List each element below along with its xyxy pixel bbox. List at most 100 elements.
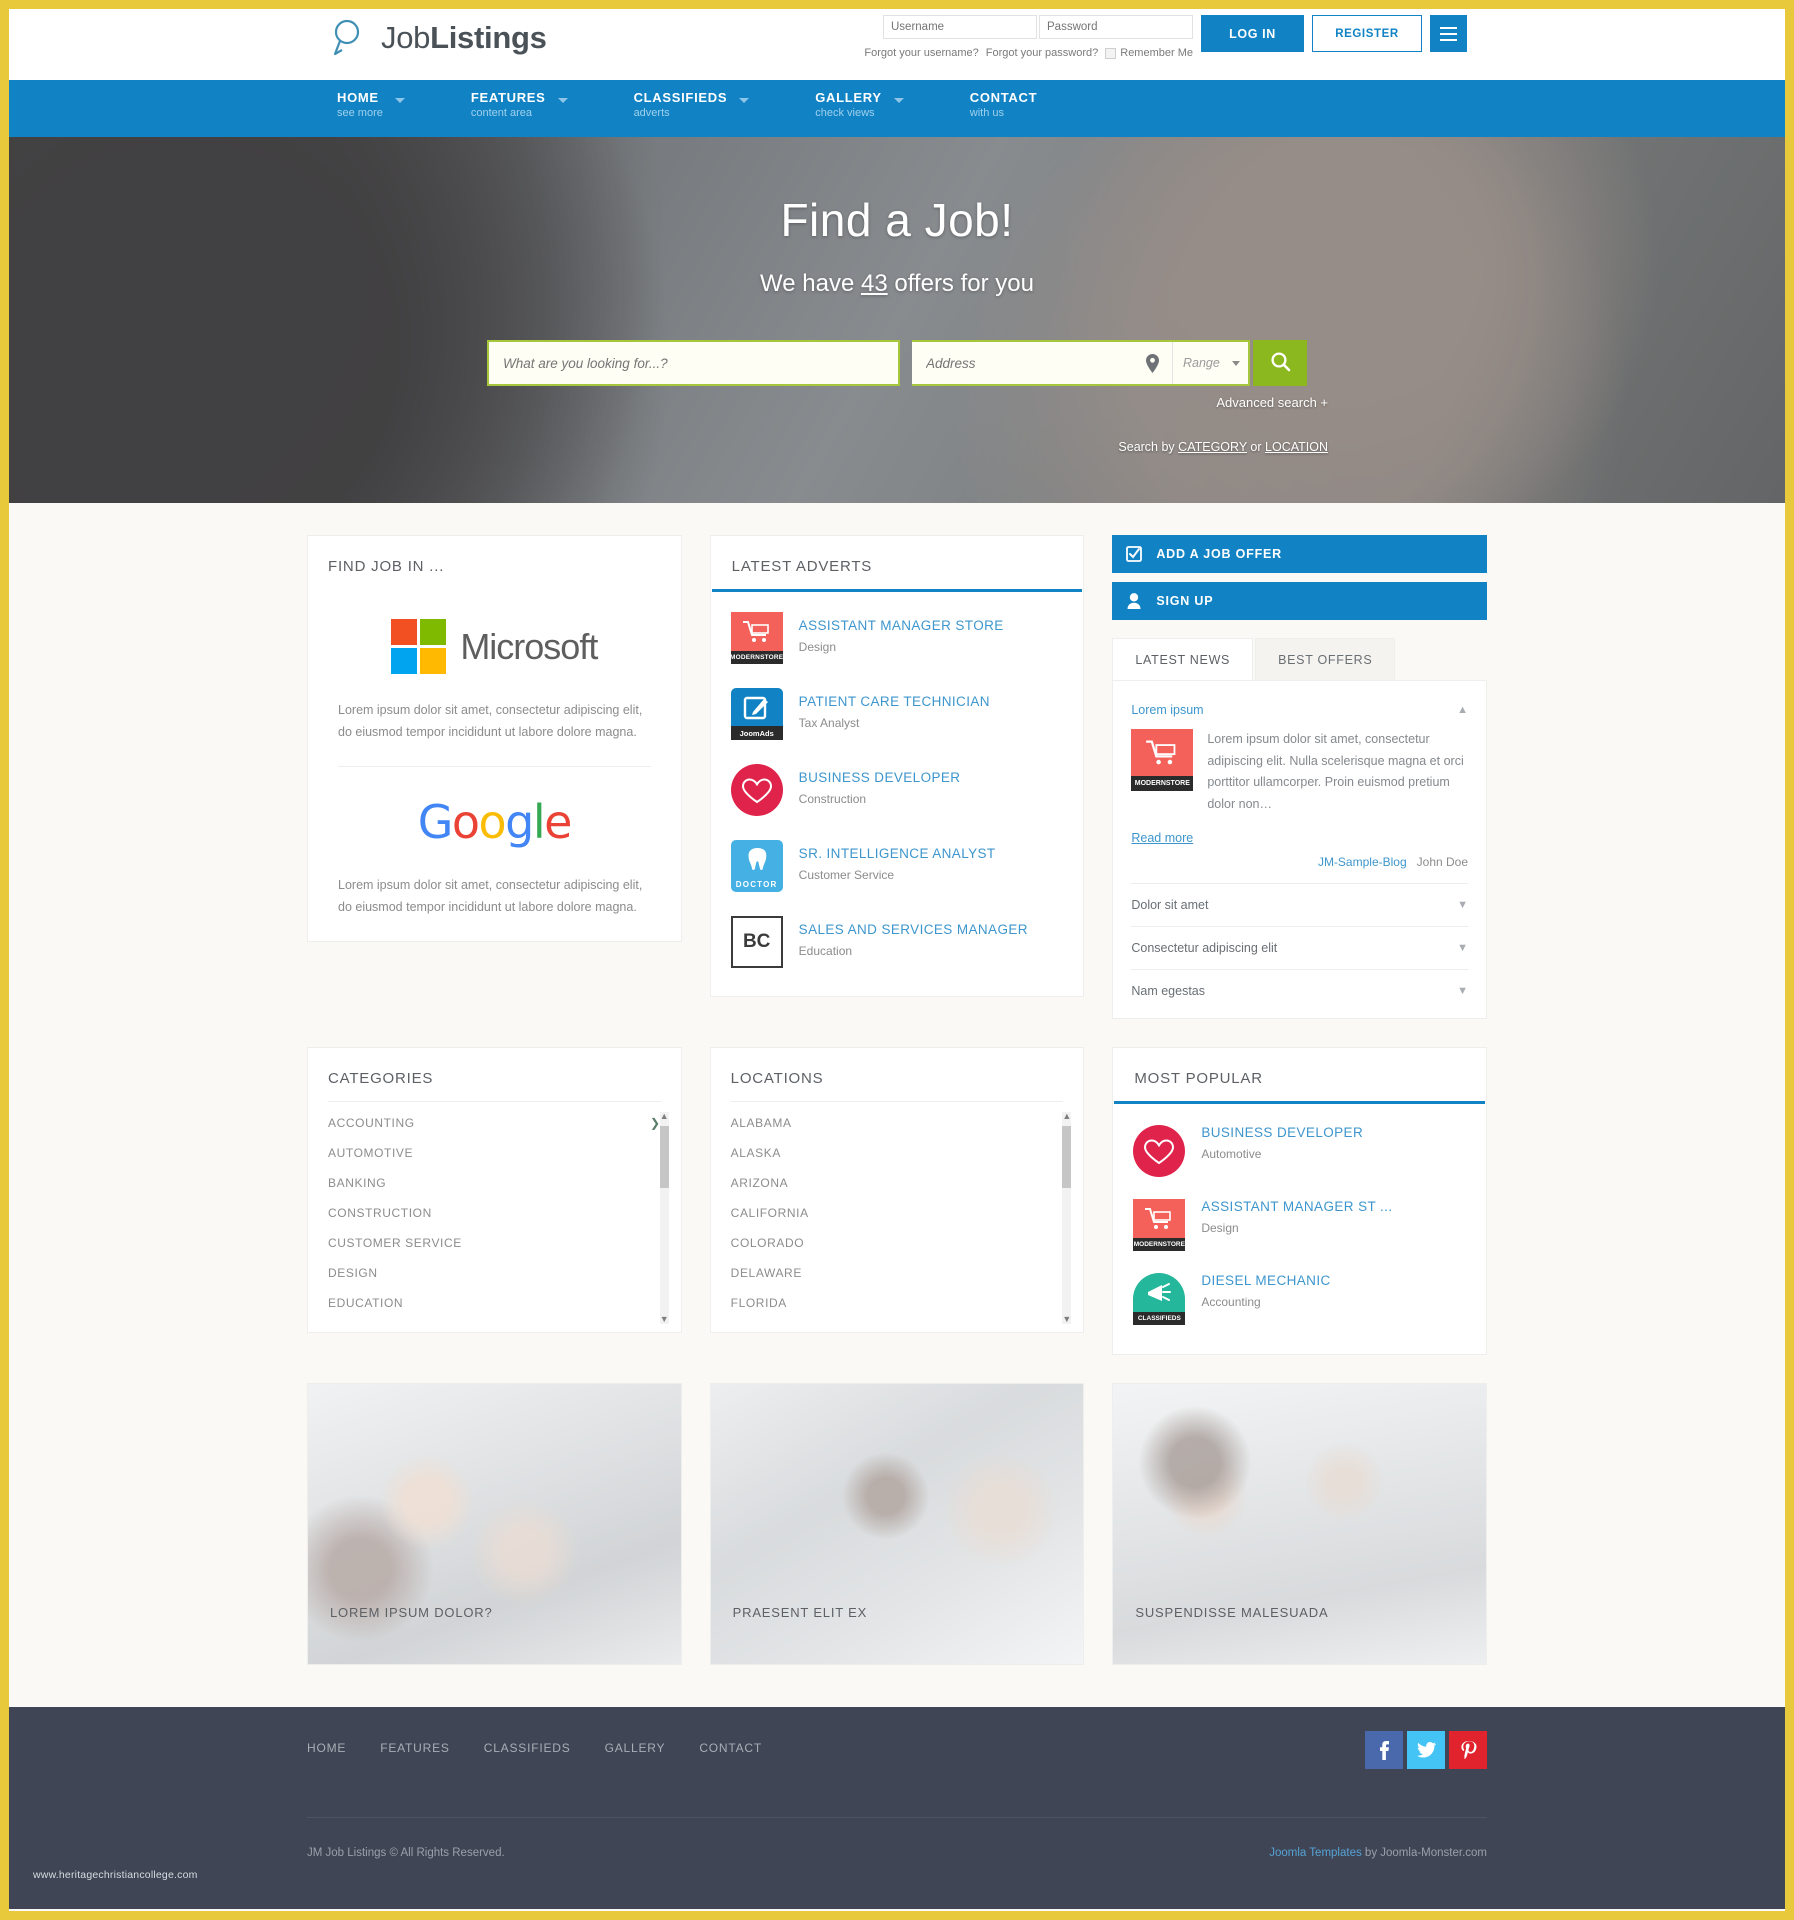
- category-item-design[interactable]: DESIGN: [328, 1258, 661, 1288]
- search-by-location-link[interactable]: LOCATION: [1265, 440, 1328, 454]
- categories-scrollbar[interactable]: ▲ ▼: [659, 1112, 669, 1324]
- list-item[interactable]: MODERNSTORE ASSISTANT MANAGER ST ... Des…: [1133, 1188, 1466, 1262]
- login-button[interactable]: LOG IN: [1201, 15, 1304, 52]
- location-item-alabama[interactable]: ALABAMA: [731, 1108, 1064, 1138]
- location-item-california[interactable]: CALIFORNIA: [731, 1198, 1064, 1228]
- news-collapsed-item[interactable]: Nam egestas ▼: [1131, 970, 1468, 1012]
- footer-bottom: JM Job Listings © All Rights Reserved. J…: [307, 1847, 1487, 1859]
- forgot-username-link[interactable]: Forgot your username?: [864, 47, 978, 59]
- footer-link-classifieds[interactable]: CLASSIFIEDS: [484, 1741, 571, 1755]
- advert-title[interactable]: PATIENT CARE TECHNICIAN: [799, 694, 990, 709]
- advert-title[interactable]: BUSINESS DEVELOPER: [799, 770, 961, 785]
- map-pin-icon[interactable]: [1132, 353, 1172, 373]
- photo-card[interactable]: PRAESENT ELIT EX: [709, 1383, 1085, 1665]
- nav-item-features[interactable]: FEATURES content area: [463, 80, 576, 137]
- latest-adverts-title: LATEST ADVERTS: [711, 536, 1083, 592]
- pinterest-icon[interactable]: [1449, 1731, 1487, 1769]
- nav-item-gallery[interactable]: GALLERY check views: [807, 80, 912, 137]
- footer-link-contact[interactable]: CONTACT: [699, 1741, 762, 1755]
- category-item-accounting[interactable]: ACCOUNTING ❯: [328, 1108, 661, 1138]
- category-item-construction[interactable]: CONSTRUCTION: [328, 1198, 661, 1228]
- scroll-up-icon[interactable]: ▲: [660, 1112, 669, 1121]
- advert-title[interactable]: ASSISTANT MANAGER STORE: [799, 618, 1004, 633]
- list-item[interactable]: DOCTOR SR. INTELLIGENCE ANALYST Customer…: [730, 828, 1064, 904]
- category-item-banking[interactable]: BANKING: [328, 1168, 661, 1198]
- location-item-delaware[interactable]: DELAWARE: [731, 1258, 1064, 1288]
- advert-title[interactable]: SR. INTELLIGENCE ANALYST: [799, 846, 996, 861]
- nav-item-contact[interactable]: CONTACT with us: [962, 80, 1067, 137]
- list-item[interactable]: MODERNSTORE ASSISTANT MANAGER STORE Desi…: [730, 600, 1064, 676]
- list-item[interactable]: BUSINESS DEVELOPER Automotive: [1133, 1114, 1466, 1188]
- advanced-search-link[interactable]: Advanced search +: [466, 395, 1328, 410]
- google-logo[interactable]: Google: [338, 795, 651, 849]
- scroll-up-icon[interactable]: ▲: [1062, 1112, 1071, 1121]
- list-item[interactable]: BUSINESS DEVELOPER Construction: [730, 752, 1064, 828]
- advert-category: Education: [798, 944, 853, 958]
- footer-link-features[interactable]: FEATURES: [380, 1741, 450, 1755]
- location-item-alaska[interactable]: ALASKA: [731, 1138, 1064, 1168]
- scrollbar-thumb[interactable]: [659, 1126, 669, 1188]
- advert-title[interactable]: SALES AND SERVICES MANAGER: [799, 922, 1028, 937]
- popular-category: Design: [1201, 1221, 1239, 1235]
- add-job-offer-button[interactable]: ADD A JOB OFFER: [1112, 535, 1488, 573]
- nav-label: GALLERY: [815, 90, 882, 105]
- twitter-icon[interactable]: [1407, 1731, 1445, 1769]
- site-logo[interactable]: JobListings: [327, 16, 547, 60]
- remember-me-label: Remember Me: [1120, 47, 1193, 59]
- list-item[interactable]: JoomAds PATIENT CARE TECHNICIAN Tax Anal…: [730, 676, 1064, 752]
- search-by-category-link[interactable]: CATEGORY: [1178, 440, 1247, 454]
- news-collapsed-item[interactable]: Dolor sit amet ▼: [1131, 884, 1469, 927]
- most-popular-column: MOST POPULAR BUSINESS DEVELOPER Automoti…: [1112, 1047, 1488, 1355]
- tab-best-offers[interactable]: BEST OFFERS: [1255, 638, 1396, 680]
- location-item-colorado[interactable]: COLORADO: [731, 1228, 1064, 1258]
- modernstore-cart-icon: MODERNSTORE: [1131, 729, 1194, 791]
- doctor-tooth-icon: DOCTOR: [730, 840, 783, 892]
- location-item-arizona[interactable]: ARIZONA: [731, 1168, 1064, 1198]
- read-more-link[interactable]: Read more: [1131, 831, 1193, 845]
- news-featured-header[interactable]: Lorem ipsum ▲: [1131, 697, 1468, 729]
- popular-title[interactable]: DIESEL MECHANIC: [1201, 1273, 1330, 1288]
- nav-item-home[interactable]: HOME see more: [329, 80, 413, 137]
- photo-card[interactable]: SUSPENDISSE MALESUADA: [1112, 1383, 1488, 1665]
- category-item-education[interactable]: EDUCATION: [328, 1288, 661, 1318]
- search-input[interactable]: [489, 342, 898, 384]
- scrollbar-thumb[interactable]: [1062, 1126, 1072, 1188]
- hamburger-icon[interactable]: [1430, 15, 1467, 52]
- footer-link-home[interactable]: HOME: [307, 1741, 346, 1755]
- facebook-icon[interactable]: [1365, 1731, 1403, 1769]
- locations-scrollbar[interactable]: ▲ ▼: [1062, 1112, 1072, 1324]
- footer-link-gallery[interactable]: GALLERY: [605, 1741, 666, 1755]
- location-item-florida[interactable]: FLORIDA: [731, 1288, 1064, 1318]
- news-collapsed-item[interactable]: Consectetur adipiscing elit ▼: [1131, 927, 1469, 970]
- remember-me[interactable]: Remember Me: [1105, 47, 1193, 59]
- badge: JoomAds: [730, 726, 783, 740]
- scroll-down-icon[interactable]: ▼: [1062, 1315, 1071, 1324]
- list-item[interactable]: CLASSIFIEDS DIESEL MECHANIC Accounting: [1133, 1262, 1466, 1336]
- category-item-customer-service[interactable]: CUSTOMER SERVICE: [328, 1228, 661, 1258]
- range-select[interactable]: Range: [1172, 342, 1248, 384]
- tab-latest-news[interactable]: LATEST NEWS: [1112, 638, 1254, 680]
- credit-link[interactable]: Joomla Templates: [1269, 1847, 1361, 1859]
- username-input[interactable]: [883, 15, 1037, 39]
- password-input[interactable]: [1039, 15, 1193, 39]
- sign-up-button[interactable]: SIGN UP: [1112, 582, 1488, 620]
- microsoft-logo[interactable]: Microsoft: [391, 619, 598, 674]
- register-button[interactable]: REGISTER: [1312, 15, 1422, 52]
- popular-title[interactable]: ASSISTANT MANAGER ST ...: [1201, 1199, 1392, 1214]
- category-item-automotive[interactable]: AUTOMOTIVE: [328, 1138, 661, 1168]
- nav-item-classifieds[interactable]: CLASSIFIEDS adverts: [626, 80, 758, 137]
- photo-card[interactable]: LOREM IPSUM DOLOR?: [307, 1383, 682, 1665]
- popular-title[interactable]: BUSINESS DEVELOPER: [1201, 1125, 1363, 1140]
- remember-me-checkbox[interactable]: [1105, 47, 1117, 59]
- categories-card: CATEGORIES ACCOUNTING ❯ AUTOMOTIVE BANKI…: [307, 1047, 682, 1333]
- hero-offer-count: 43: [860, 270, 888, 297]
- scroll-down-icon[interactable]: ▼: [660, 1315, 669, 1324]
- search-button[interactable]: [1253, 340, 1307, 386]
- advert-category: Design: [798, 640, 837, 654]
- popular-category: Accounting: [1201, 1295, 1261, 1309]
- forgot-password-link[interactable]: Forgot your password?: [986, 47, 1099, 59]
- list-item[interactable]: BC SALES AND SERVICES MANAGER Education: [730, 904, 1064, 980]
- news-blog-link[interactable]: JM-Sample-Blog: [1318, 855, 1407, 869]
- photo-overlay: [710, 1384, 1084, 1664]
- address-input[interactable]: [912, 342, 1132, 384]
